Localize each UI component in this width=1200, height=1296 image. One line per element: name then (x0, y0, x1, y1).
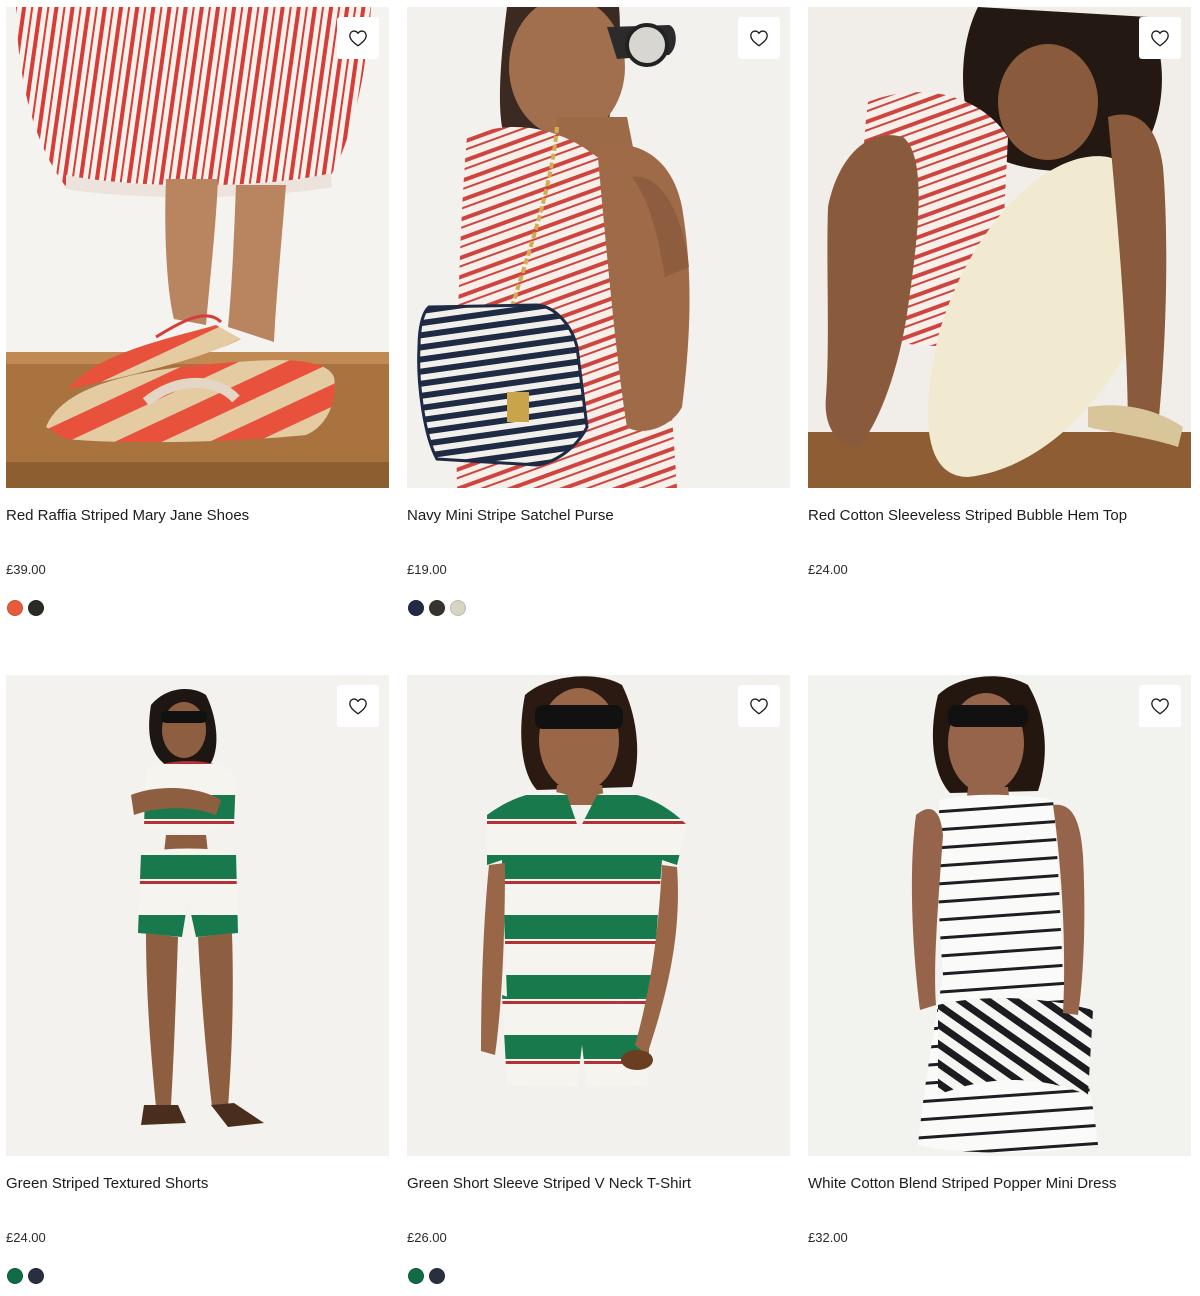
product-card[interactable]: Navy Mini Stripe Satchel Purse £19.00 (407, 7, 790, 616)
product-image[interactable] (407, 675, 790, 1156)
product-price: £19.00 (407, 562, 447, 577)
wishlist-button[interactable] (738, 685, 780, 727)
product-card[interactable]: Red Raffia Striped Mary Jane Shoes £39.0… (6, 7, 389, 616)
product-title[interactable]: Green Striped Textured Shorts (6, 1175, 208, 1193)
heart-icon (750, 30, 768, 47)
product-price: £39.00 (6, 562, 46, 577)
wishlist-button[interactable] (1139, 17, 1181, 59)
colour-swatch[interactable] (28, 1268, 44, 1284)
bag-image (407, 7, 790, 488)
wishlist-button[interactable] (738, 17, 780, 59)
colour-swatch[interactable] (7, 1268, 23, 1284)
shoes-image (6, 7, 389, 488)
product-title[interactable]: Navy Mini Stripe Satchel Purse (407, 507, 614, 525)
product-image[interactable] (808, 7, 1191, 488)
colour-swatches (7, 600, 44, 616)
colour-swatch[interactable] (450, 600, 466, 616)
product-price: £24.00 (808, 562, 848, 577)
colour-swatches (408, 600, 466, 616)
product-price: £26.00 (407, 1230, 447, 1245)
colour-swatch[interactable] (408, 1268, 424, 1284)
product-card[interactable]: Green Short Sleeve Striped V Neck T-Shir… (407, 675, 790, 1284)
colour-swatch[interactable] (7, 600, 23, 616)
colour-swatch[interactable] (408, 600, 424, 616)
product-price: £24.00 (6, 1230, 46, 1245)
product-price: £32.00 (808, 1230, 848, 1245)
wishlist-button[interactable] (337, 17, 379, 59)
top-image (808, 7, 1191, 488)
colour-swatch[interactable] (429, 1268, 445, 1284)
product-image[interactable] (407, 7, 790, 488)
colour-swatches (408, 1268, 445, 1284)
heart-icon (1151, 30, 1169, 47)
heart-icon (349, 698, 367, 715)
product-card[interactable]: Red Cotton Sleeveless Striped Bubble Hem… (808, 7, 1191, 577)
wishlist-button[interactable] (337, 685, 379, 727)
product-title[interactable]: Red Cotton Sleeveless Striped Bubble Hem… (808, 507, 1127, 525)
product-title[interactable]: White Cotton Blend Striped Popper Mini D… (808, 1175, 1116, 1193)
heart-icon (349, 30, 367, 47)
heart-icon (750, 698, 768, 715)
tshirt-image (407, 675, 790, 1156)
product-title[interactable]: Green Short Sleeve Striped V Neck T-Shir… (407, 1175, 691, 1193)
product-image[interactable] (808, 675, 1191, 1156)
heart-icon (1151, 698, 1169, 715)
colour-swatches (7, 1268, 44, 1284)
product-image[interactable] (6, 7, 389, 488)
shorts-image (6, 675, 389, 1156)
product-image[interactable] (6, 675, 389, 1156)
product-title[interactable]: Red Raffia Striped Mary Jane Shoes (6, 507, 249, 525)
colour-swatch[interactable] (28, 600, 44, 616)
dress-image (808, 675, 1191, 1156)
product-card[interactable]: White Cotton Blend Striped Popper Mini D… (808, 675, 1191, 1245)
wishlist-button[interactable] (1139, 685, 1181, 727)
colour-swatch[interactable] (429, 600, 445, 616)
product-card[interactable]: Green Striped Textured Shorts £24.00 (6, 675, 389, 1284)
